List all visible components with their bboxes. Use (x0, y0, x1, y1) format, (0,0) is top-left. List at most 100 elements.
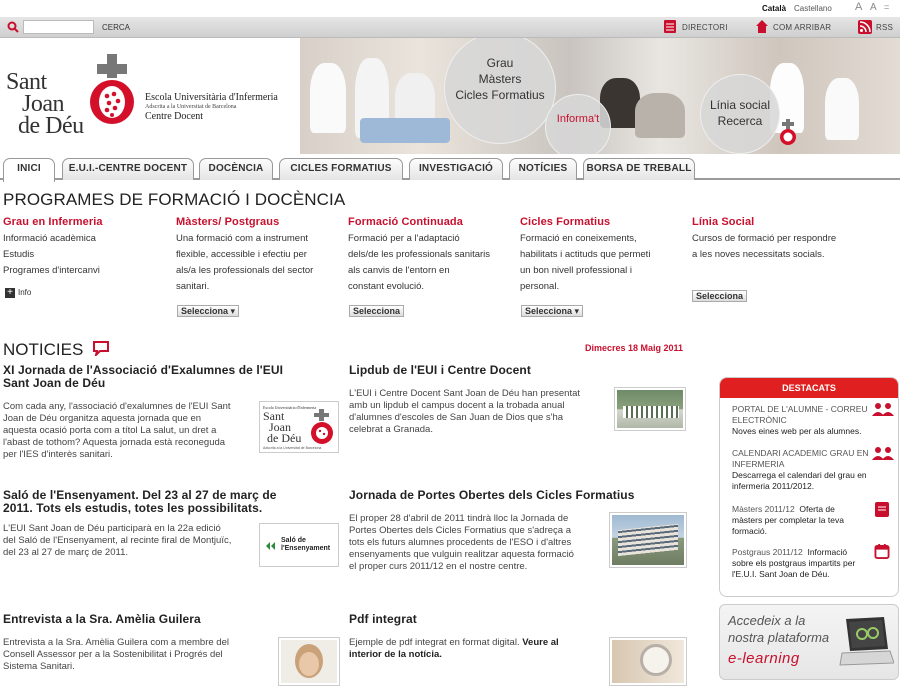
directori-link[interactable]: DIRECTORI (682, 23, 728, 32)
program-grau: Grau en Infermeria Informació acadèmica … (3, 216, 171, 298)
news-title-pdf[interactable]: Pdf integrat (349, 613, 609, 626)
news-body-line: ensenyaments que vulguin realitzar aques… (349, 549, 574, 560)
linia-desc-line: Cursos de formació per respondre (692, 233, 837, 244)
news-title-lipdub[interactable]: Lipdub de l'EUI i Centre Docent (349, 364, 609, 377)
news-title-portes-obertes[interactable]: Jornada de Portes Obertes dels Cicles Fo… (349, 489, 709, 502)
rss-link[interactable]: RSS (876, 23, 893, 32)
linia-select[interactable]: Selecciona (692, 290, 748, 302)
logo-wordmark[interactable]: Sant Joan de Déu (6, 70, 84, 138)
program-linia-title[interactable]: Línia Social (692, 216, 862, 228)
program-formacio: Formació Continuada Formació per a l'ada… (348, 216, 516, 298)
destacat-postgraus[interactable]: Postgraus 2011/12 Informació sobre els p… (732, 547, 867, 580)
tab-investigacio[interactable]: INVESTIGACIÓ (409, 158, 503, 180)
search-input[interactable] (23, 20, 94, 34)
font-reset-button[interactable]: = (884, 2, 889, 12)
news-thumb-building[interactable] (609, 512, 687, 568)
news-body-line: El proper 28 d'abril de 2011 tindrà lloc… (349, 513, 569, 524)
news-body-line: el proper curs 2011/12 en el nostre cent… (349, 561, 528, 572)
destacat-title: PORTAL DE L'ALUMNE - CORREU ELECTRÒNIC (732, 404, 868, 425)
logo-pomegranate-icon[interactable] (85, 52, 139, 132)
formacio-select[interactable]: Selecciona (349, 305, 405, 317)
news-body-line: del Saló de l'Ensenyament, al recinte fi… (3, 535, 232, 546)
news-title-line: XI Jornada de l'Associació d'Exalumnes d… (3, 363, 284, 377)
news-more-link[interactable]: interior de la notícia. (349, 649, 442, 660)
tab-eui-centre-docent[interactable]: E.U.I.-CENTRE DOCENT (62, 158, 194, 180)
circle-recerca-label: Recerca (717, 114, 763, 128)
thumb-logo-line: de Déu (267, 431, 302, 445)
news-thumb-salo[interactable]: Saló de l'Ensenyament (259, 523, 339, 567)
plus-icon: + (5, 288, 15, 298)
news-title-entrevista[interactable]: Entrevista a la Sra. Amèlia Guilera (3, 613, 323, 626)
destacat-sub: Descarrega el calendari del grau en infe… (732, 470, 867, 491)
news-body-line: amb un lipdub el campus docent a la trob… (349, 400, 565, 411)
tab-docencia[interactable]: DOCÈNCIA (199, 158, 273, 180)
destacat-title: Màsters 2011/12 (732, 504, 795, 514)
news-thumb-lipdub[interactable] (614, 387, 686, 431)
com-arribar-link[interactable]: COM ARRIBAR (773, 23, 831, 32)
news-thumb-pdf[interactable] (609, 637, 687, 686)
tab-cicles-formatius[interactable]: CICLES FORMATIUS (279, 158, 403, 180)
lang-castellano-link[interactable]: Castellano (794, 4, 832, 13)
circle-masters-label: Màsters (478, 72, 522, 86)
circle-linia-social-label: Línia social (709, 98, 771, 112)
formacio-desc-line: als canvis de l'entorn en (348, 265, 450, 276)
program-formacio-title[interactable]: Formació Continuada (348, 216, 516, 228)
destacats-heading: DESTACATS (720, 378, 898, 398)
informat-button[interactable]: Informa't (545, 94, 611, 154)
news-title-salo[interactable]: Saló de l'Ensenyament. Del 23 al 27 de m… (3, 489, 323, 515)
destacat-calendari[interactable]: CALENDARI ACADEMIC GRAU EN INFERMERIA De… (732, 448, 880, 492)
programs-heading: PROGRAMES DE FORMACIÓ I DOCÈNCIA (3, 190, 346, 209)
news-body-line: l'abast de tothom? Aquesta jornada està … (3, 437, 226, 448)
font-increase-button[interactable]: A (855, 1, 862, 13)
news-body-pdf: Ejemple de pdf integrat en format digita… (349, 637, 611, 661)
salo-logo-line: Saló de (281, 537, 306, 544)
masters-select[interactable]: Selecciona ▾ (177, 305, 240, 317)
calendar-icon (874, 544, 890, 559)
news-body-line: aquesta ocasió porta com a títol La salu… (3, 425, 217, 436)
news-body-line: Com cada any, l'associació d'exalumnes d… (3, 401, 231, 412)
news-title-line: Sant Joan de Déu (3, 376, 106, 390)
formacio-desc-line: dels/de les professionals sanitaris (348, 249, 491, 260)
program-grau-title[interactable]: Grau en Infermeria (3, 216, 171, 228)
grau-link-intercanvi[interactable]: Programes d'intercanvi (3, 263, 171, 279)
info-button[interactable]: + Info (5, 288, 31, 298)
thumb-logo-wordmark: Sant Joan de Déu (263, 410, 302, 445)
program-masters: Màsters/ Postgraus Una formació com a in… (176, 216, 344, 298)
destacat-portal-alumne[interactable]: PORTAL DE L'ALUMNE - CORREU ELECTRÒNIC N… (732, 404, 880, 437)
salo-logo-text: Saló de l'Ensenyament (281, 537, 330, 553)
cicles-desc-line: Formació en coneixements, (520, 233, 637, 244)
news-title-exalumnes[interactable]: XI Jornada de l'Associació d'Exalumnes d… (3, 364, 323, 390)
logo-school-name: Escola Universitària d'Infermeria (145, 92, 278, 103)
banner-circle-social[interactable]: Línia social Recerca (700, 74, 780, 154)
grau-link-estudis[interactable]: Estudis (3, 247, 171, 263)
header-banner: Sant Joan de Déu Escola Universitària d'… (0, 38, 900, 154)
program-cicles-title[interactable]: Cicles Formatius (520, 216, 688, 228)
masters-desc-line: flexible, accessible i efectiu per (176, 249, 307, 260)
book-icon (875, 502, 889, 517)
search-button[interactable]: CERCA (102, 23, 130, 32)
tab-inici[interactable]: INICI (3, 158, 55, 182)
tab-borsa-de-treball[interactable]: BORSA DE TREBALL (583, 158, 695, 180)
destacat-masters[interactable]: Màsters 2011/12 Oferta de màsters per co… (732, 504, 867, 537)
news-more-link[interactable]: Veure al (522, 637, 558, 648)
news-heading: NOTICIES (3, 340, 110, 360)
grau-link-informacio[interactable]: Informació acadèmica (3, 231, 171, 247)
news-body-salo: L'EUI Sant Joan de Déu participarà en la… (3, 523, 258, 559)
directory-icon (664, 20, 676, 33)
elearning-line-1: Accedeix a la (728, 613, 806, 628)
elearning-line-2: nostra plataforma (728, 630, 830, 645)
lang-catala-link[interactable]: Català (762, 4, 786, 13)
elearning-banner[interactable]: Accedeix a la nostra plataforma e-learni… (719, 604, 899, 680)
laptop-icon (839, 617, 894, 666)
cicles-select[interactable]: Selecciona ▾ (521, 305, 584, 317)
news-title-line: Saló de l'Ensenyament. Del 23 al 27 de m… (3, 488, 277, 502)
tab-noticies[interactable]: NOTÍCIES (509, 158, 577, 180)
font-decrease-button[interactable]: A (870, 2, 877, 13)
news-thumb-logo[interactable]: Escola Universitària d'Infermeria Sant J… (259, 401, 339, 453)
program-masters-title[interactable]: Màsters/ Postgraus (176, 216, 344, 228)
news-body-line: Ejemple de pdf integrat en format digita… (349, 637, 523, 648)
news-date: Dimecres 18 Maig 2011 (585, 343, 684, 353)
news-thumb-portrait[interactable] (278, 637, 340, 686)
speech-bubble-icon (93, 341, 110, 359)
top-toolbar: CERCA DIRECTORI COM ARRIBAR RSS (0, 17, 900, 38)
